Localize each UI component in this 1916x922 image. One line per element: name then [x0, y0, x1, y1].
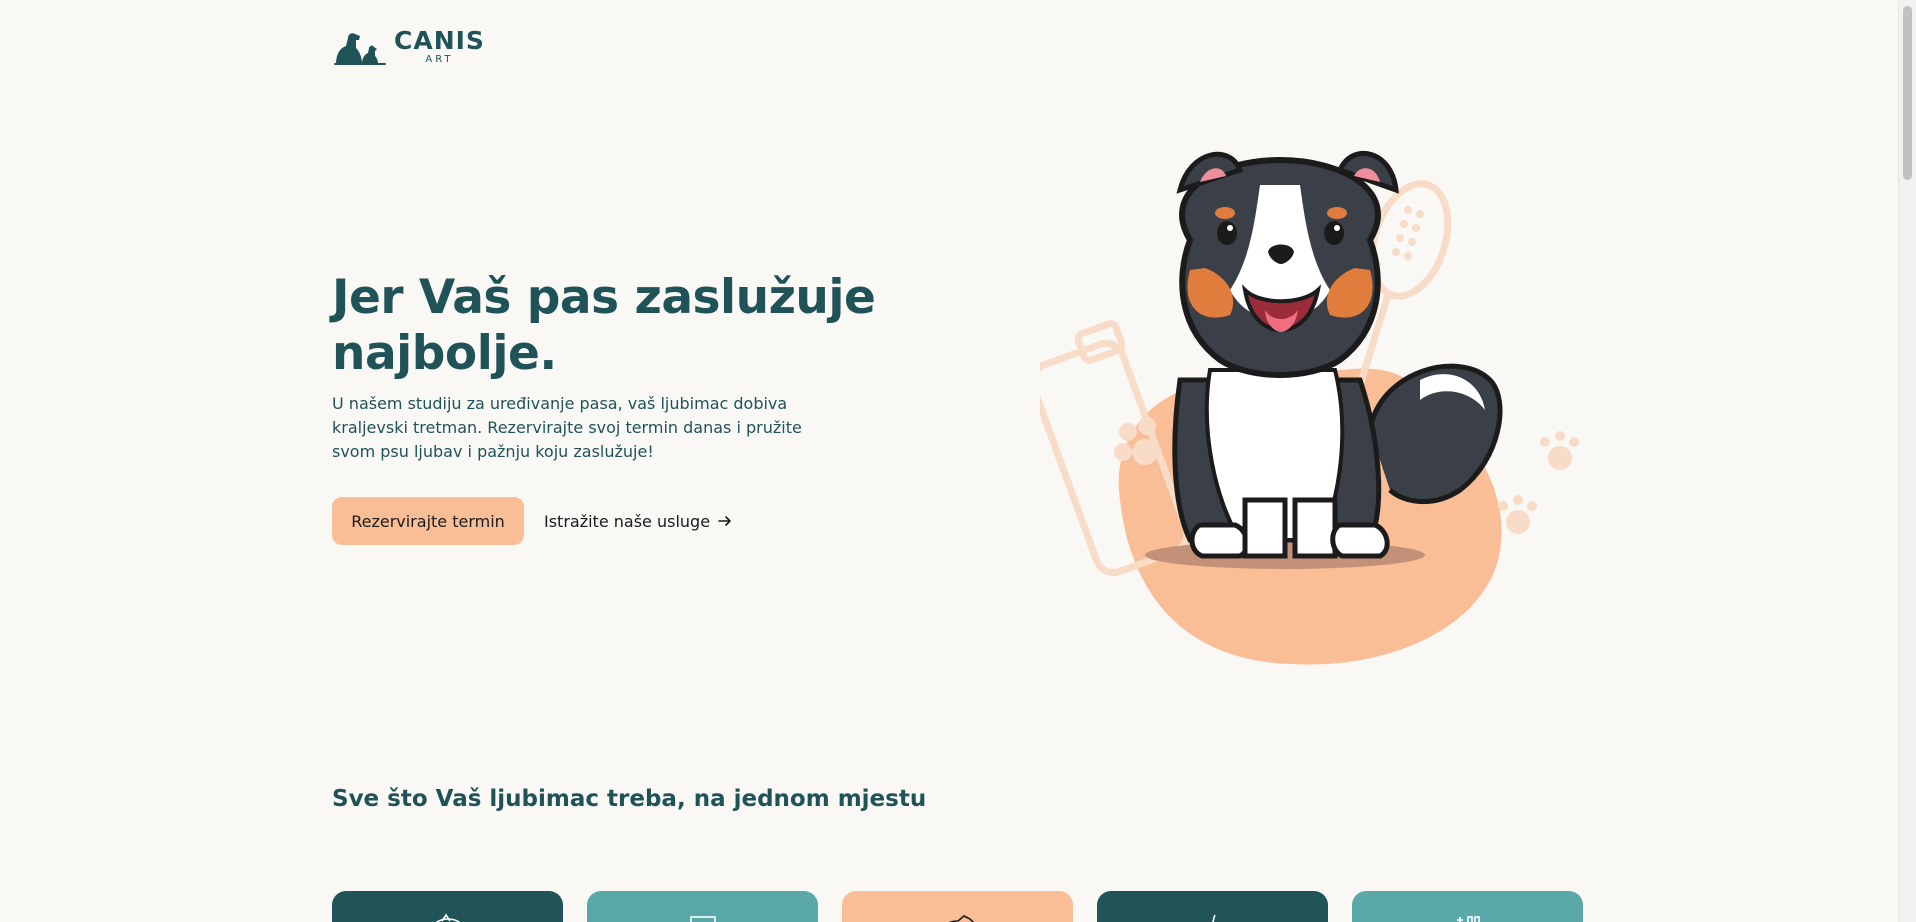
logo[interactable]: CANIS ART: [332, 26, 485, 66]
service-card[interactable]: [587, 891, 818, 922]
scrollbar-thumb[interactable]: [1903, 6, 1912, 180]
brand-name: CANIS: [394, 26, 485, 55]
hero-description: U našem studiju za uređivanje pasa, vaš …: [332, 394, 802, 461]
explore-services-label: Istražite naše usluge: [544, 511, 711, 531]
service-card[interactable]: [1097, 891, 1328, 922]
arrow-right-icon: [718, 516, 731, 526]
book-appointment-button[interactable]: Rezervirajte termin: [332, 497, 524, 545]
service-card[interactable]: [842, 891, 1073, 922]
services-title: Sve što Vaš ljubimac treba, na jednom mj…: [332, 786, 927, 812]
brush-icon: [689, 916, 716, 922]
explore-services-link[interactable]: Istražite naše usluge: [544, 497, 732, 545]
services-cards: [332, 891, 1583, 922]
shampoo-icon: [1456, 916, 1480, 922]
scissors-icon: [1211, 914, 1216, 922]
page-scrollbar[interactable]: [1898, 0, 1916, 922]
dog-illustration: [1040, 151, 1579, 665]
book-appointment-label: Rezervirajte termin: [351, 511, 505, 531]
hero-title: Jer Vaš pas zaslužuje najbolje.: [332, 270, 876, 381]
brand-tagline: ART: [425, 54, 454, 65]
service-card[interactable]: [1352, 891, 1583, 922]
service-card[interactable]: [332, 891, 563, 922]
dogs-icon: [334, 33, 386, 65]
paw-prints-icon: [1498, 431, 1579, 534]
dog-bath-icon: [435, 913, 460, 922]
dog-icon: [948, 915, 974, 922]
